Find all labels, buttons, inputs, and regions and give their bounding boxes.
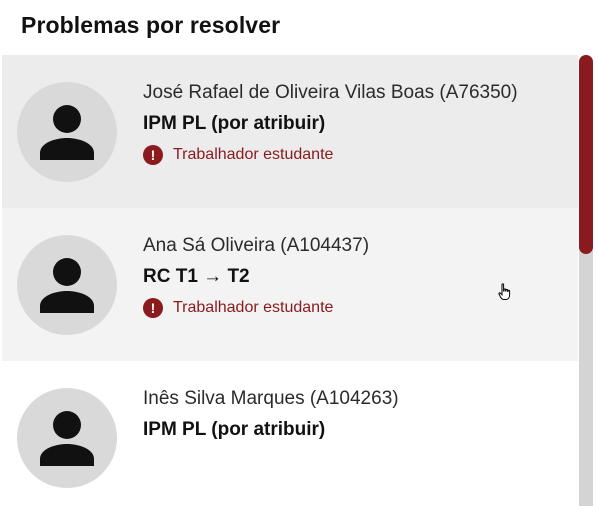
list-item[interactable]: Ana Sá Oliveira (A104437) RC T1 → T2 ! T… [2,208,578,361]
problem-description: IPM PL (por atribuir) [143,113,326,134]
warning-badge: ! Trabalhador estudante [143,298,333,318]
hand-pointer-icon [498,283,511,300]
avatar [17,82,117,182]
avatar [17,235,117,335]
person-icon [40,411,94,466]
warning-label: Trabalhador estudante [173,299,334,316]
scrollbar[interactable] [579,55,593,506]
student-name: José Rafael de Oliveira Vilas Boas (A763… [143,82,518,103]
person-icon [40,105,94,160]
avatar [17,388,117,488]
person-icon [40,258,94,313]
warning-badge: ! Trabalhador estudante [143,145,333,165]
student-name: Ana Sá Oliveira (A104437) [143,235,370,256]
exclamation-circle-icon: ! [143,145,163,165]
scrollbar-thumb[interactable] [579,55,593,254]
list-item[interactable]: Inês Silva Marques (A104263) IPM PL (por… [2,361,578,506]
student-name: Inês Silva Marques (A104263) [143,388,399,409]
warning-label: Trabalhador estudante [173,146,334,163]
problem-list[interactable]: José Rafael de Oliveira Vilas Boas (A763… [2,55,578,506]
problem-description: IPM PL (por atribuir) [143,419,326,440]
list-item[interactable]: José Rafael de Oliveira Vilas Boas (A763… [2,55,578,208]
page-title: Problemas por resolver [21,12,281,38]
exclamation-circle-icon: ! [143,298,163,318]
problem-description: RC T1 → T2 [143,266,250,287]
